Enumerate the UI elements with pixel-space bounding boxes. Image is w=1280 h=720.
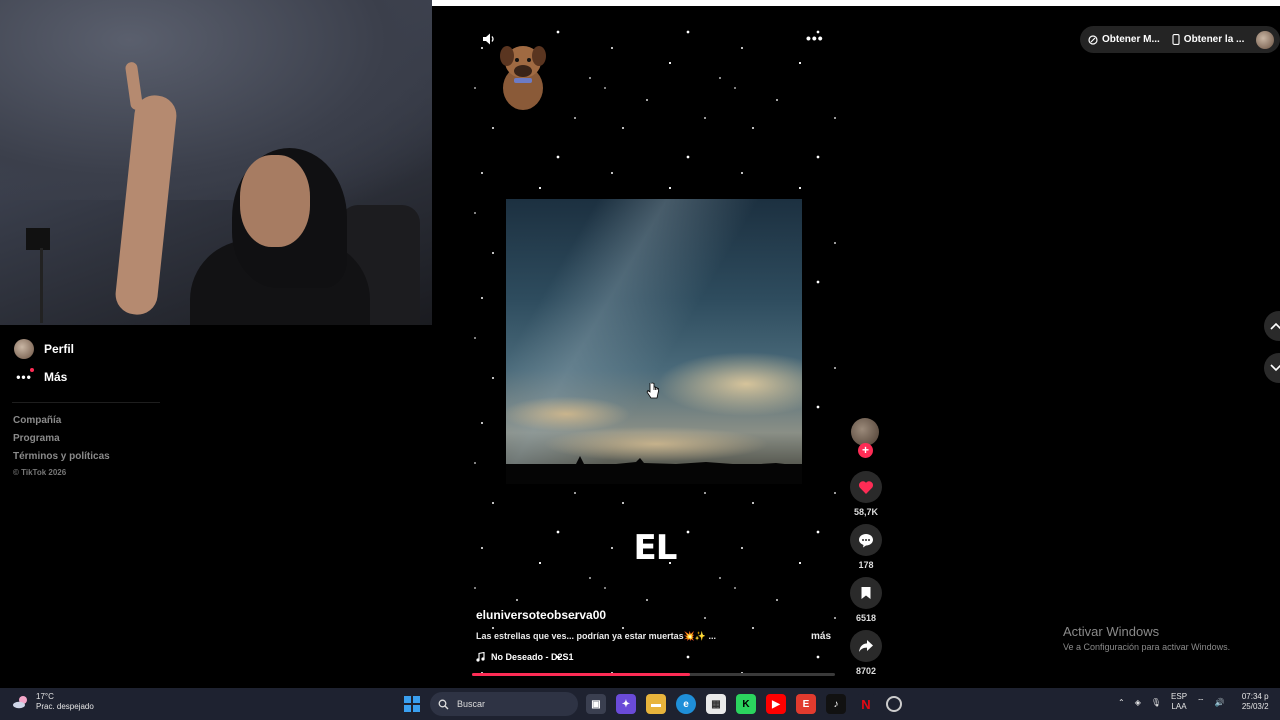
- webcam-lamp: [26, 228, 50, 250]
- footer-link-compania[interactable]: Compañía: [13, 415, 110, 433]
- sidebar-item-mas[interactable]: ••• Más: [14, 368, 68, 384]
- search-icon: [438, 699, 449, 709]
- like-count: 58,7K: [853, 507, 879, 517]
- comment-icon: [859, 533, 873, 547]
- like-button[interactable]: [850, 471, 882, 503]
- task-view-icon[interactable]: ▣: [586, 694, 606, 714]
- creator-username[interactable]: eluniversoteobserva00: [476, 608, 836, 622]
- microphone-icon[interactable]: 🎙: [1151, 698, 1161, 707]
- next-video-button[interactable]: [1264, 353, 1280, 383]
- browser-top-strip: [432, 0, 1280, 6]
- phone-icon: [1172, 34, 1180, 45]
- search-label: Buscar: [457, 699, 486, 709]
- taskbar-apps: ▣ ✦ ▬ e ▦ K ▶ E ♪ N: [586, 694, 902, 714]
- weather-icon: [13, 696, 27, 709]
- pill-label: Obtener M...: [1102, 34, 1160, 45]
- avatar-icon: [14, 339, 34, 359]
- clock[interactable]: 07:34 p 25/03/2: [1235, 692, 1269, 712]
- save-count: 6518: [855, 613, 877, 623]
- caption-more-link[interactable]: más: [811, 631, 836, 642]
- get-extension-pill[interactable]: Obtener M...: [1088, 34, 1160, 45]
- more-options-icon[interactable]: •••: [806, 30, 824, 46]
- video-caption: Las estrellas que ves... podrían ya esta…: [476, 631, 836, 642]
- wifi-icon[interactable]: ⌔: [1197, 697, 1205, 707]
- video-info: eluniversoteobserva00 Las estrellas que …: [476, 608, 836, 662]
- network-app-icon[interactable]: ◈: [1135, 698, 1141, 707]
- tiktok-icon[interactable]: ♪: [826, 694, 846, 714]
- sidebar-item-label: Perfil: [44, 342, 75, 356]
- dog-sticker: [500, 46, 546, 110]
- video-player[interactable]: ••• EL eluniversoteobserva00 Las estrell…: [470, 18, 840, 678]
- heart-icon: [858, 480, 874, 494]
- e-app-icon[interactable]: E: [796, 694, 816, 714]
- chevron-up-tray-icon[interactable]: ⌃: [1118, 698, 1125, 707]
- caption-text: Las estrellas que ves... podrían ya esta…: [476, 631, 717, 641]
- extension-pills: Obtener M... Obtener la ...: [1080, 26, 1280, 53]
- youtube-icon[interactable]: ▶: [766, 694, 786, 714]
- volume-icon[interactable]: [481, 31, 497, 47]
- bookmark-icon: [861, 587, 871, 599]
- sidebar-divider: [12, 402, 160, 403]
- share-count: 8702: [855, 666, 877, 676]
- clock-time: 07:34 p: [1241, 692, 1269, 701]
- watermark-title: Activar Windows: [1063, 624, 1160, 639]
- share-icon: [859, 640, 873, 652]
- netflix-icon[interactable]: N: [856, 694, 876, 714]
- music-title: No Deseado - D2S1: [491, 652, 574, 662]
- follow-button[interactable]: +: [858, 443, 873, 458]
- copilot-icon[interactable]: ✦: [616, 694, 636, 714]
- more-dots-icon: •••: [14, 368, 34, 384]
- kick-icon[interactable]: K: [736, 694, 756, 714]
- chevron-down-icon: [1270, 364, 1280, 372]
- activate-windows-watermark: Activar Windows Ve a Configuración para …: [1063, 624, 1230, 652]
- store-icon[interactable]: ▦: [706, 694, 726, 714]
- comment-button[interactable]: [850, 524, 882, 556]
- webcam-overlay: [0, 0, 432, 325]
- copyright: © TikTok 2026: [13, 468, 67, 477]
- comment-count: 178: [858, 560, 874, 570]
- windows-start-icon[interactable]: [404, 696, 420, 712]
- weather-condition: Prac. despejado: [36, 702, 94, 711]
- file-explorer-icon[interactable]: ▬: [646, 694, 666, 714]
- notification-dot: [30, 368, 34, 372]
- sidebar-footer: Compañía Programa Términos y políticas ©…: [13, 415, 110, 485]
- overlay-text: EL: [633, 528, 678, 568]
- music-link[interactable]: No Deseado - D2S1: [476, 652, 836, 662]
- watermark-subtitle: Ve a Configuración para activar Windows.: [1063, 642, 1231, 652]
- sidebar-item-perfil[interactable]: Perfil: [14, 339, 74, 359]
- video-progress-bar[interactable]: [472, 673, 835, 676]
- ground-silhouette: [506, 464, 802, 484]
- taskbar-search[interactable]: Buscar: [430, 692, 578, 716]
- chevron-up-icon: [1270, 322, 1280, 330]
- previous-video-button[interactable]: [1264, 311, 1280, 341]
- pill-label: Obtener la ...: [1183, 34, 1245, 45]
- hand-cursor-icon: [646, 382, 659, 399]
- weather-widget[interactable]: 17°C Prac. despejado: [12, 692, 94, 712]
- profile-avatar[interactable]: [1256, 30, 1275, 49]
- link-icon: [1088, 34, 1098, 45]
- system-tray: ⌃ ◈ 🎙 ESP LAA ⌔ 🔊 07:34 p 25/03/2: [1118, 692, 1269, 712]
- webcam-lamp-pole: [40, 248, 43, 323]
- webcam-person-head: [240, 155, 310, 247]
- obs-icon[interactable]: [886, 696, 902, 712]
- get-app-pill[interactable]: Obtener la ...: [1172, 34, 1245, 45]
- sky-photo: [506, 199, 802, 484]
- sidebar-item-label: Más: [44, 370, 68, 384]
- language-layout: LAA: [1171, 702, 1187, 711]
- language-code: ESP: [1171, 692, 1188, 701]
- language-indicator[interactable]: ESP LAA: [1171, 692, 1187, 712]
- temperature: 17°C: [36, 692, 54, 701]
- share-button[interactable]: [850, 630, 882, 662]
- speaker-icon[interactable]: 🔊: [1215, 698, 1225, 707]
- creator-avatar[interactable]: [851, 418, 879, 446]
- clock-date: 25/03/2: [1241, 702, 1269, 711]
- music-note-icon: [476, 652, 485, 662]
- footer-link-programa[interactable]: Programa: [13, 433, 110, 451]
- edge-icon[interactable]: e: [676, 694, 696, 714]
- webcam-wall: [0, 0, 432, 200]
- progress-fill: [472, 673, 690, 676]
- windows-taskbar: 17°C Prac. despejado Buscar ▣ ✦ ▬ e ▦ K …: [0, 688, 1280, 720]
- save-button[interactable]: [850, 577, 882, 609]
